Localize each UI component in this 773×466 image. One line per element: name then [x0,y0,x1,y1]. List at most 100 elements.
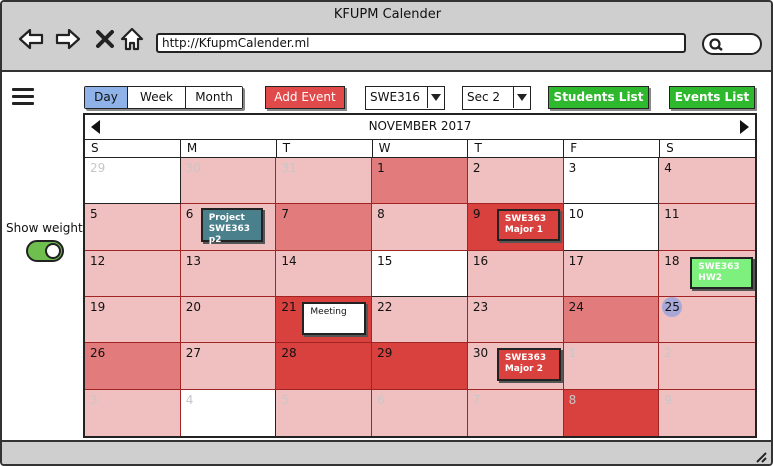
event-chip[interactable]: SWE363 Major 1 [496,209,560,242]
day-cell[interactable]: 8 [563,389,660,436]
day-cell[interactable]: 5 [85,204,181,251]
back-arrow-icon[interactable] [18,26,44,52]
day-cell[interactable]: 30 SWE363 Major 2 [467,343,564,390]
tab-month[interactable]: Month [186,87,242,108]
day-number: 30 [185,161,201,175]
day-number: 17 [568,253,584,268]
search-icon [709,38,723,51]
day-cell[interactable]: 28 [276,343,373,390]
day-number: 7 [281,207,290,222]
day-cell[interactable]: 27 [180,343,277,390]
search-box[interactable] [702,33,762,55]
day-cell[interactable]: 7 [467,389,564,436]
day-cell[interactable]: 4 [180,389,277,436]
day-number: 23 [472,299,489,314]
weekday-label: F [564,140,661,157]
event-chip[interactable]: SWE363 Major 2 [496,348,561,382]
day-cell[interactable]: 2 [659,343,755,390]
day-cell[interactable]: 3 [85,389,181,436]
day-number: 20 [185,299,201,314]
day-number: 22 [377,299,393,314]
day-cell[interactable]: 5 [276,389,373,436]
add-event-button[interactable]: Add Event [265,86,345,109]
day-number: 18 [664,253,680,268]
course-select-value: SWE316 [370,90,420,104]
day-grid: 29 30 31 1 2 3 4 5 6 Project SWE363 p2 7 8 9 SWE363 M… [85,158,755,436]
day-cell[interactable]: 11 [659,204,755,251]
day-cell[interactable]: 10 [563,204,660,251]
day-cell[interactable]: 16 [467,250,564,297]
day-cell[interactable]: 7 [276,204,373,251]
day-cell[interactable]: 29 [85,158,181,205]
events-list-button[interactable]: Events List [669,86,755,109]
day-cell[interactable]: 1 [563,343,660,390]
day-cell[interactable]: 23 [467,296,564,344]
day-cell[interactable]: 21 Meeting [276,296,373,344]
section-select[interactable]: Sec 2 [462,86,531,110]
day-cell[interactable]: 31 [276,158,373,205]
show-weight-toggle[interactable] [26,240,64,262]
day-number: 14 [281,253,297,268]
day-cell[interactable]: 13 [180,250,277,297]
day-cell[interactable]: 24 [563,296,660,344]
day-cell[interactable]: 3 [563,158,660,205]
day-cell[interactable]: 1 [372,158,468,205]
day-number: 16 [472,253,489,268]
event-chip[interactable]: Project SWE363 p2 [200,208,263,245]
day-number: 24 [568,299,584,314]
students-list-button[interactable]: Students List [548,86,649,109]
day-cell[interactable]: 20 [180,296,277,344]
day-cell[interactable]: 4 [659,158,755,205]
resize-grip-icon[interactable] [753,448,767,464]
day-cell[interactable]: 17 [563,250,660,297]
tab-week[interactable]: Week [128,87,186,108]
weekday-label: M [181,140,277,157]
day-number: 29 [377,346,393,361]
day-cell[interactable]: 8 [372,204,468,251]
day-number: 9 [664,392,672,407]
day-cell[interactable]: 29 [372,343,468,390]
course-select[interactable]: SWE316 [365,86,445,110]
event-chip[interactable]: Meeting [302,301,367,335]
next-month-icon[interactable] [739,119,749,142]
day-number: 11 [664,207,680,222]
prev-month-icon[interactable] [91,119,101,142]
day-cell[interactable]: 6 [372,389,468,436]
day-number: 6 [377,392,385,407]
day-cell[interactable]: 6 Project SWE363 p2 [180,204,277,251]
day-number: 15 [377,253,393,268]
day-number: 7 [472,392,481,407]
day-cell[interactable]: 25 [659,296,755,344]
day-cell[interactable]: 9 [659,389,755,436]
today-marker: 25 [662,296,683,317]
menu-icon[interactable] [12,88,34,106]
event-chip[interactable]: SWE363 HW2 [690,256,754,289]
section-select-value: Sec 2 [467,90,501,104]
day-cell[interactable]: 26 [85,343,181,390]
month-label: NOVEMBER 2017 [368,119,472,133]
day-cell[interactable]: 14 [276,250,373,297]
day-cell[interactable]: 2 [467,158,564,205]
day-number: 4 [664,161,672,175]
home-icon[interactable] [119,26,145,52]
close-icon[interactable] [92,26,118,52]
day-cell[interactable]: 30 [180,158,277,205]
day-number: 9 [472,207,481,222]
tab-day[interactable]: Day [85,87,128,108]
day-cell[interactable]: 12 [85,250,181,297]
day-cell[interactable]: 19 [85,296,181,344]
day-cell[interactable]: 18 SWE363 HW2 [659,250,755,297]
calendar: NOVEMBER 2017 S M T W T F S 29 30 31 1 2 3 4 5 6… [83,113,757,438]
day-cell[interactable]: 22 [372,296,468,344]
address-bar[interactable]: http://KfupmCalender.ml [156,33,686,53]
day-number: 21 [281,299,297,314]
forward-arrow-icon[interactable] [55,26,81,52]
day-number: 2 [472,161,481,175]
day-number: 19 [90,299,106,314]
day-number: 13 [185,253,201,268]
day-cell[interactable]: 15 [372,250,468,297]
day-number: 10 [568,207,584,222]
day-cell[interactable]: 9 SWE363 Major 1 [467,204,564,251]
day-number: 6 [185,207,194,222]
day-number: 4 [185,392,194,407]
